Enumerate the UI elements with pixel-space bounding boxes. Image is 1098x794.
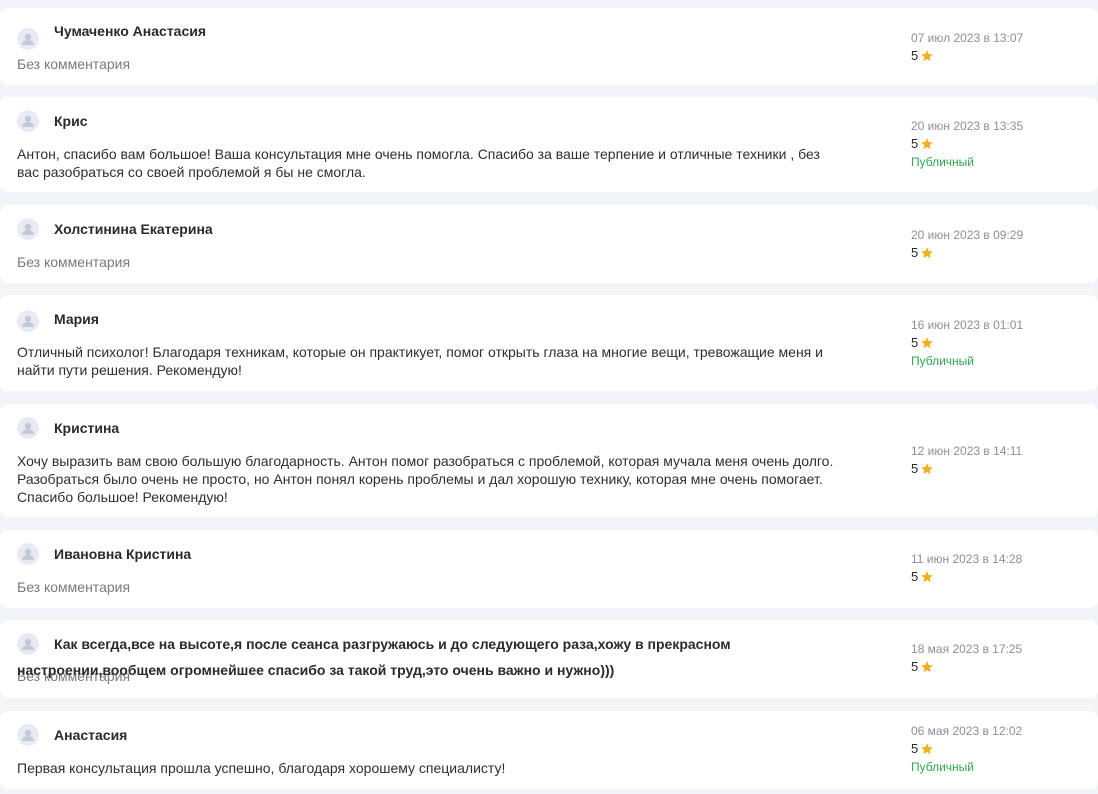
- rating-value: 5: [911, 136, 919, 151]
- status-badge: Публичный: [911, 760, 975, 774]
- review-meta: 20 июн 2023 в 13:35 5 Публичный: [911, 117, 1081, 171]
- review-meta: 11 июн 2023 в 14:28 5: [911, 550, 1081, 586]
- review-meta: 07 июл 2023 в 13:07 5: [911, 29, 1081, 65]
- review-card: Мария Отличный психолог! Благодаря техни…: [0, 295, 1098, 391]
- rating-value: 5: [911, 461, 919, 476]
- review-rating: 5: [911, 740, 1081, 758]
- star-icon: [920, 49, 934, 63]
- review-date: 20 июн 2023 в 13:35: [911, 119, 1024, 133]
- star-icon: [920, 137, 934, 151]
- reviewer-name: Мария: [54, 311, 99, 327]
- review-comment: Отличный психолог! Благодаря техникам, к…: [17, 344, 823, 378]
- review-meta: 20 июн 2023 в 09:29 5: [911, 226, 1081, 262]
- user-avatar-icon: [17, 724, 39, 746]
- review-meta: 06 мая 2023 в 12:02 5 Публичный: [911, 722, 1081, 776]
- star-icon: [920, 570, 934, 584]
- reviewer-name: Чумаченко Анастасия: [54, 23, 207, 39]
- no-comment-label: Без комментария: [17, 579, 131, 595]
- user-avatar-icon: [17, 28, 39, 50]
- star-icon: [920, 742, 934, 756]
- review-card: Крис Антон, спасибо вам большое! Ваша ко…: [0, 97, 1098, 192]
- review-date: 18 мая 2023 в 17:25: [911, 642, 1023, 656]
- review-rating: 5: [911, 658, 1081, 676]
- rating-value: 5: [911, 659, 919, 674]
- no-comment-label: Без комментария: [17, 254, 131, 270]
- user-avatar-icon: [17, 218, 39, 240]
- reviewer-name: Крис: [54, 113, 88, 129]
- reviewer-name: Кристина: [54, 420, 120, 436]
- review-rating: 5: [911, 244, 1081, 262]
- review-rating: 5: [911, 135, 1081, 153]
- reviewer-name: Анастасия: [54, 727, 128, 743]
- user-avatar-icon: [17, 110, 39, 132]
- user-avatar-icon: [17, 310, 39, 332]
- review-comment: Первая консультация прошла успешно, благ…: [17, 760, 506, 776]
- review-rating: 5: [911, 460, 1081, 478]
- review-comment: Хочу выразить вам свою большую благодарн…: [17, 453, 834, 505]
- review-date: 07 июл 2023 в 13:07: [911, 31, 1024, 45]
- reviewer-name: Холстинина Екатерина: [54, 221, 213, 237]
- review-card: Ивановна Кристина Без комментария 11 июн…: [0, 530, 1098, 608]
- rating-value: 5: [911, 741, 919, 756]
- review-card: Кристина Хочу выразить вам свою большую …: [0, 404, 1098, 517]
- review-meta: 18 мая 2023 в 17:25 5: [911, 640, 1081, 676]
- rating-value: 5: [911, 48, 919, 63]
- review-card: Холстинина Екатерина Без комментария 20 …: [0, 205, 1098, 283]
- user-avatar-icon: [17, 543, 39, 565]
- review-comment: Антон, спасибо вам большое! Ваша консуль…: [17, 146, 820, 180]
- user-avatar-icon: [17, 417, 39, 439]
- star-icon: [920, 246, 934, 260]
- review-rating: 5: [911, 334, 1081, 352]
- review-date: 12 июн 2023 в 14:11: [911, 444, 1023, 458]
- review-card: Без комментария Как всегда,все на высоте…: [0, 620, 1098, 698]
- status-badge: Публичный: [911, 155, 975, 169]
- review-date: 06 мая 2023 в 12:02: [911, 724, 1023, 738]
- review-date: 20 июн 2023 в 09:29: [911, 228, 1024, 242]
- star-icon: [920, 462, 934, 476]
- rating-value: 5: [911, 335, 919, 350]
- review-card: Анастасия Первая консультация прошла усп…: [0, 711, 1098, 789]
- review-date: 11 июн 2023 в 14:28: [911, 552, 1023, 566]
- no-comment-label: Без комментария: [17, 56, 131, 72]
- review-rating: 5: [911, 568, 1081, 586]
- reviewer-name: Как всегда,все на высоте,я после сеанса …: [17, 636, 731, 678]
- status-badge: Публичный: [911, 354, 975, 368]
- review-meta: 16 июн 2023 в 01:01 5 Публичный: [911, 316, 1081, 370]
- rating-value: 5: [911, 569, 919, 584]
- reviewer-name: Ивановна Кристина: [54, 546, 192, 562]
- rating-value: 5: [911, 245, 919, 260]
- star-icon: [920, 336, 934, 350]
- review-meta: 12 июн 2023 в 14:11 5: [911, 442, 1081, 478]
- star-icon: [920, 660, 934, 674]
- reviews-list: Чумаченко Анастасия Без комментария 07 и…: [0, 0, 1098, 794]
- review-date: 16 июн 2023 в 01:01: [911, 318, 1024, 332]
- review-card: Чумаченко Анастасия Без комментария 07 и…: [0, 8, 1098, 85]
- review-rating: 5: [911, 47, 1081, 65]
